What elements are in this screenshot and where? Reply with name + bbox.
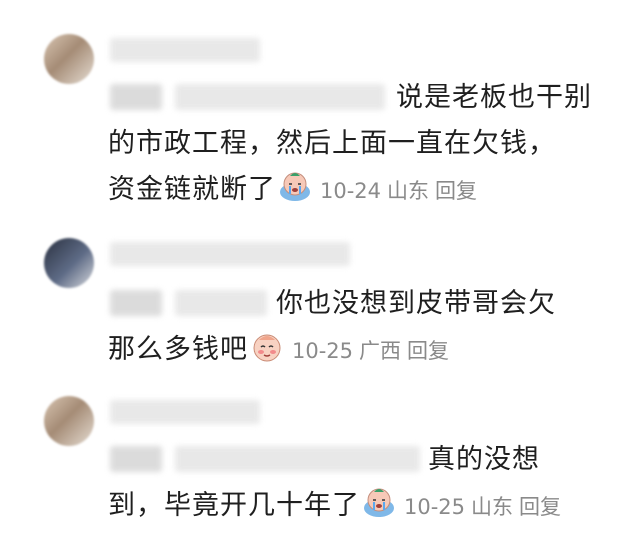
comment-text: 到，毕竟开几十年了 [108,490,360,521]
crying-face-icon [364,488,394,517]
comment-text: 你也没想到皮带哥会欠 [276,288,556,319]
reply-button[interactable]: 回复 [519,495,561,519]
username-blurred[interactable] [110,242,350,266]
comment-date: 10-24 [320,179,382,203]
username-blurred[interactable] [110,400,260,424]
crying-face-icon [280,172,310,201]
reply-target-blurred [110,446,162,472]
reply-target-blurred [110,84,162,110]
reply-target-blurred [175,446,420,472]
comment-meta: 10-25 广西 回复 [286,339,449,363]
blushing-face-icon [253,334,281,362]
comment-text: 资金链就断了 [108,174,276,205]
avatar[interactable] [44,396,94,446]
comment-date: 10-25 [292,339,354,363]
comment-text-last-line: 到，毕竟开几十年了 10-25 山东 回复 [108,486,561,527]
comment-text: 的市政工程，然后上面一直在欠钱， [108,128,556,159]
comment-location: 山东 [471,495,514,519]
comment-date: 10-25 [404,495,466,519]
reply-target-blurred [175,84,385,110]
comment-meta: 10-25 山东 回复 [398,495,561,519]
avatar[interactable] [44,238,94,288]
comment-location: 广西 [359,339,402,363]
reply-button[interactable]: 回复 [407,339,449,363]
comment-text-last-line: 那么多钱吧 10-25 广西 回复 [108,330,449,371]
comment-text: 真的没想 [428,444,540,475]
comment-text-last-line: 资金链就断了 10-24 山东 回复 [108,170,477,211]
avatar[interactable] [44,34,94,84]
comment-meta: 10-24 山东 回复 [314,179,477,203]
username-blurred[interactable] [110,38,260,62]
comment-location: 山东 [387,179,430,203]
reply-target-blurred [175,290,267,316]
reply-button[interactable]: 回复 [435,179,477,203]
comment-text: 说是老板也干别 [396,82,592,113]
comment-text: 那么多钱吧 [108,334,248,365]
reply-target-blurred [110,290,162,316]
